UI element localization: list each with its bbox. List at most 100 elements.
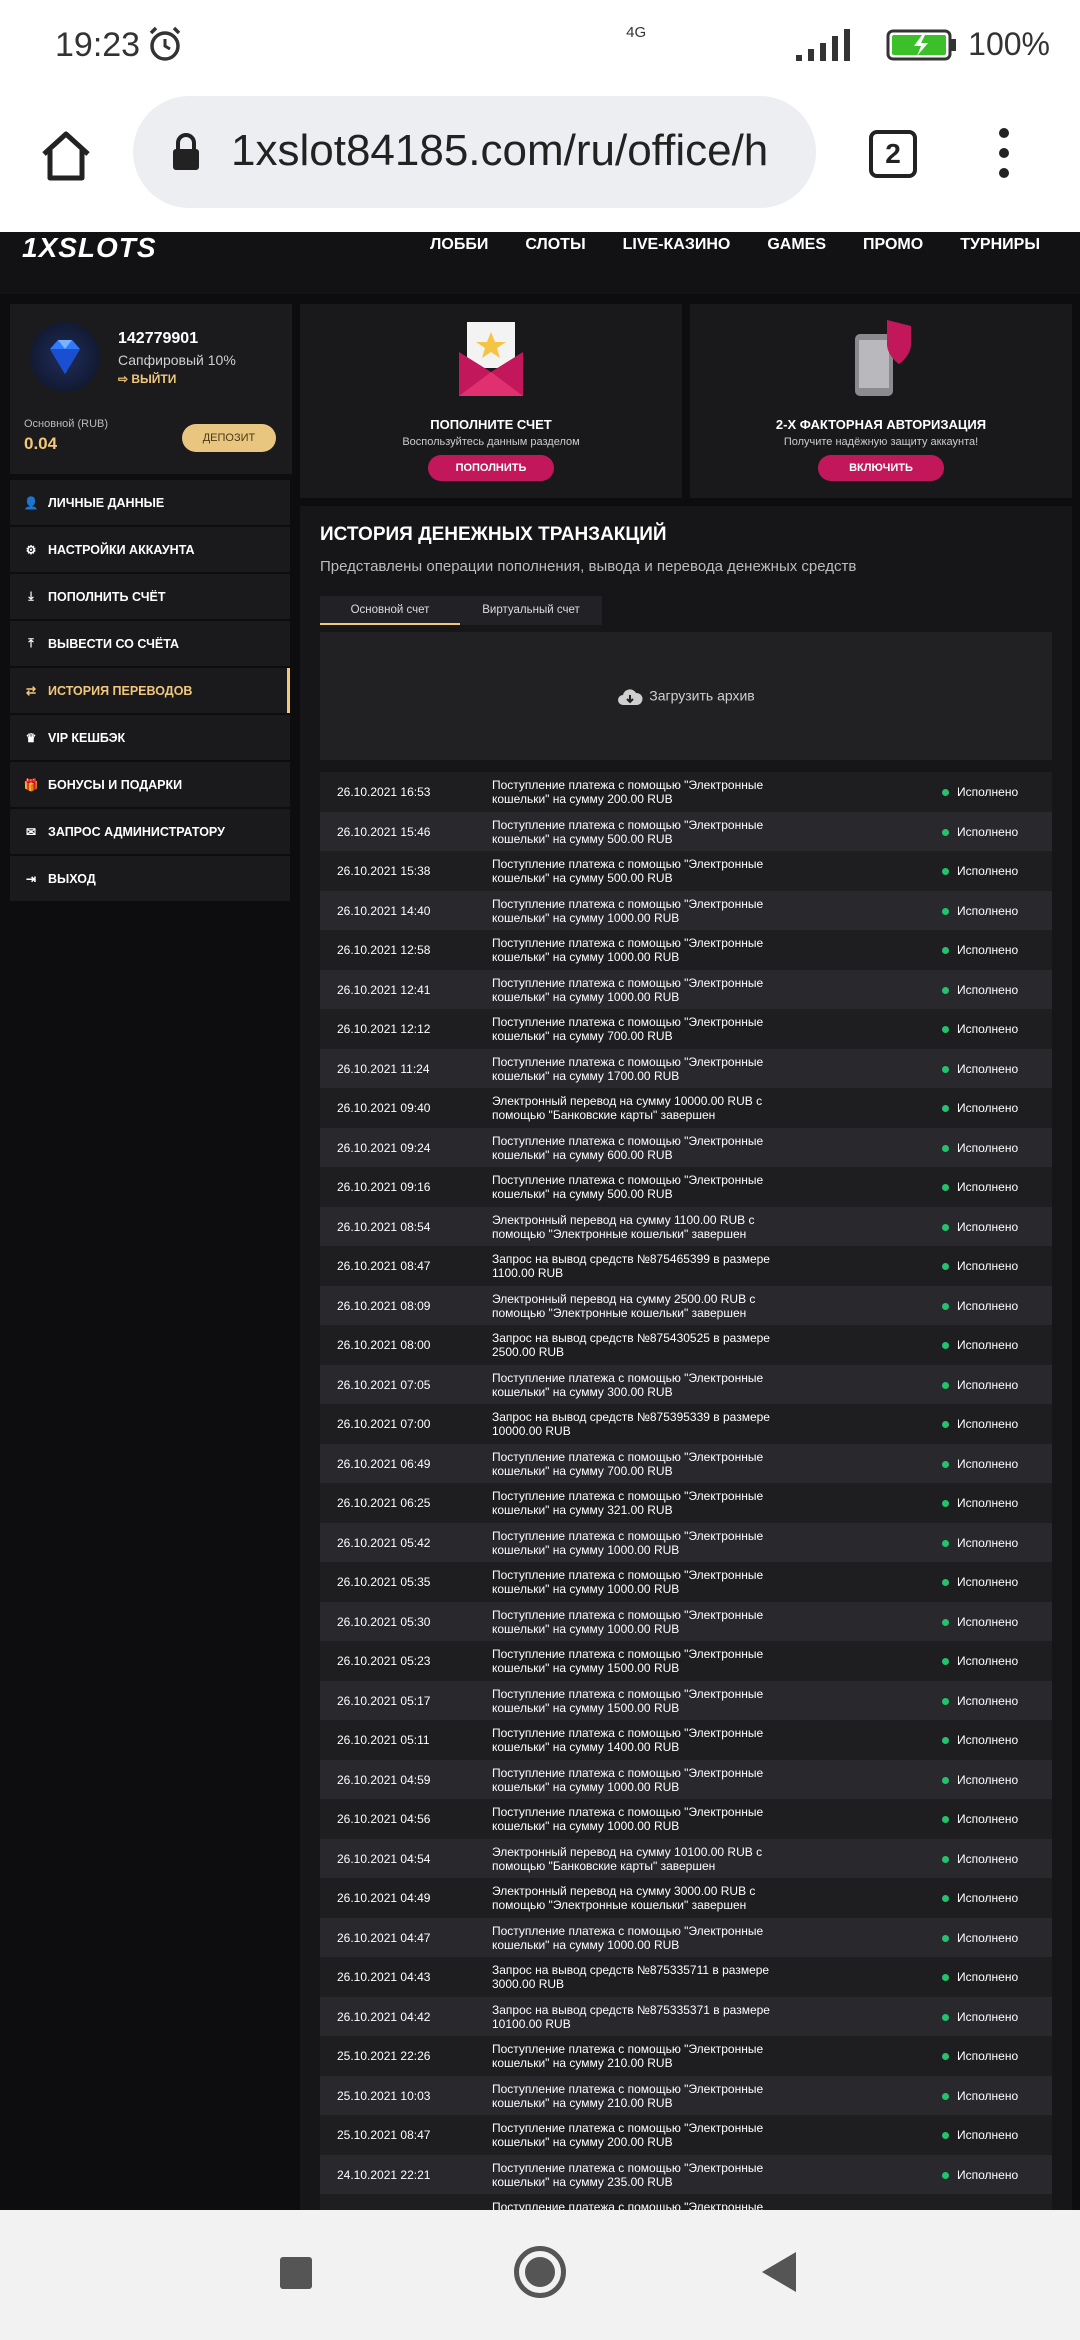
promo-deposit-button[interactable]: ПОПОЛНИТЬ <box>428 455 554 481</box>
crown-icon: ♛ <box>25 730 37 745</box>
nav-promo[interactable]: ПРОМО <box>863 236 923 254</box>
transaction-status: Исполнено <box>957 1022 1019 1036</box>
transaction-date: 25.10.2021 22:26 <box>337 2049 431 2063</box>
transaction-date: 26.10.2021 12:58 <box>337 943 431 957</box>
back-icon[interactable] <box>762 2252 796 2292</box>
table-row: 26.10.2021 12:58 Поступление платежа с по… <box>320 930 1052 970</box>
transaction-status: Исполнено <box>957 1535 1019 1550</box>
transaction-description: Поступление платежа с помощью "Электронн… <box>492 2200 764 2210</box>
lock-icon <box>173 133 199 170</box>
table-row: 25.10.2021 22:26 Поступление платежа с по… <box>320 2036 1052 2076</box>
sidebar-item-exit[interactable]: ⇥ ВЫХОД <box>10 856 290 901</box>
nav-tournaments[interactable]: ТУРНИРЫ <box>960 236 1040 254</box>
transaction-date: 26.10.2021 04:59 <box>337 1772 431 1787</box>
transaction-status: Исполнено <box>957 1970 1019 1984</box>
transaction-date: 26.10.2021 04:54 <box>337 1851 431 1866</box>
sidebar-item-label: ЗАПРОС АДМИНИСТРАТОРУ <box>48 824 225 839</box>
logout-link[interactable]: ⇨ ВЫЙТИ <box>118 372 176 386</box>
status-dot-icon <box>942 1737 949 1744</box>
transaction-status: Исполнено <box>957 1851 1019 1866</box>
download-archive-label: Загрузить архив <box>649 687 755 704</box>
sidebar-item-label: ВЫХОД <box>48 871 96 886</box>
url-bar[interactable]: 1xslot84185.com/ru/office/h <box>133 96 816 208</box>
transaction-description: Поступление платежа с помощью "Электронн… <box>492 1647 764 1675</box>
transaction-description: Электронный перевод на сумму 10100.00 RU… <box>492 1844 763 1873</box>
transaction-date: 26.10.2021 08:00 <box>337 1338 431 1352</box>
transaction-date: 26.10.2021 05:42 <box>337 1535 431 1550</box>
sidebar-item-label: ИСТОРИЯ ПЕРЕВОДОВ <box>48 683 193 698</box>
transaction-date: 26.10.2021 16:53 <box>337 785 431 799</box>
nav-live-casino[interactable]: LIVE-КАЗИНО <box>623 236 731 254</box>
transaction-date: 26.10.2021 06:49 <box>337 1456 431 1471</box>
user-add-icon: 👤 <box>23 495 39 510</box>
promo-deposit-card: ПОПОЛНИТЕ СЧЕТ Воспользуйтесь данным раз… <box>300 304 682 498</box>
status-dot-icon <box>942 1539 949 1547</box>
download-archive-button[interactable]: Загрузить архив <box>320 687 1052 707</box>
status-dot-icon <box>942 1184 949 1191</box>
table-row: 26.10.2021 08:00 Запрос на вывод средств … <box>320 1325 1052 1365</box>
archive-panel: Загрузить архив <box>320 632 1052 760</box>
site-logo[interactable]: 1XSLOTS <box>22 232 157 264</box>
transaction-status: Исполнено <box>957 1772 1019 1787</box>
sidebar-item-admin-request[interactable]: ✉ ЗАПРОС АДМИНИСТРАТОРУ <box>10 809 290 854</box>
more-menu-icon[interactable] <box>996 128 1012 184</box>
status-dot-icon <box>942 2171 949 2179</box>
status-dot-icon <box>942 1065 949 1073</box>
status-dot-icon <box>942 1105 949 1112</box>
sidebar-item-label: VIP КЕШБЭК <box>48 730 126 745</box>
home-circle-icon[interactable] <box>514 2246 566 2298</box>
transaction-date: 26.10.2021 12:41 <box>337 982 431 997</box>
sidebar-item-label: БОНУСЫ И ПОДАРКИ <box>48 777 183 792</box>
transaction-status: Исполнено <box>957 1298 1019 1313</box>
nav-lobby[interactable]: ЛОББИ <box>430 236 488 254</box>
tab-main-account[interactable]: Основной счет <box>320 596 460 625</box>
promo-deposit-subtitle: Воспользуйтесь данным разделом <box>402 436 580 448</box>
tab-virtual-account[interactable]: Виртуальный счет <box>460 596 602 625</box>
tabs-count-button[interactable]: 2 <box>869 130 917 178</box>
status-dot-icon <box>942 907 949 915</box>
table-row: 26.10.2021 12:41 Поступление платежа с по… <box>320 969 1052 1009</box>
transaction-status: Исполнено <box>957 1219 1019 1234</box>
browser-toolbar: 1xslot84185.com/ru/office/h 2 <box>0 96 1080 232</box>
table-row: 26.10.2021 11:24 Поступление платежа с по… <box>320 1048 1052 1088</box>
sidebar-item-deposit[interactable]: ⤓ ПОПОЛНИТЬ СЧЁТ <box>10 574 290 619</box>
sidebar-item-personal-data[interactable]: 👤 ЛИЧНЫЕ ДАННЫЕ <box>10 480 290 525</box>
transaction-status: Исполнено <box>957 1061 1019 1076</box>
sidebar-item-transfer-history[interactable]: ⇄ ИСТОРИЯ ПЕРЕВОДОВ <box>10 668 290 713</box>
table-row: 24.10.2021 22:21 Поступление платежа с по… <box>320 2154 1052 2194</box>
status-dot-icon <box>942 1618 949 1626</box>
gears-icon: ⚙ <box>25 542 37 557</box>
sidebar-item-label: НАСТРОЙКИ АККАУНТА <box>48 542 195 557</box>
recent-apps-icon[interactable] <box>280 2257 312 2289</box>
nav-games[interactable]: GAMES <box>767 236 826 254</box>
promo-2fa-button[interactable]: ВКЛЮЧИТЬ <box>818 455 944 481</box>
sapphire-gem-icon <box>50 340 80 374</box>
transaction-date: 26.10.2021 06:25 <box>337 1496 431 1510</box>
status-dot-icon <box>942 1658 949 1665</box>
table-row: 26.10.2021 08:54 Электронный перевод на с… <box>320 1206 1052 1246</box>
deposit-button[interactable]: ДЕПОЗИТ <box>182 424 276 452</box>
home-icon[interactable] <box>36 126 96 186</box>
transaction-date: 26.10.2021 05:35 <box>337 1575 431 1589</box>
transaction-date: 26.10.2021 08:54 <box>337 1219 431 1234</box>
cloud-download-icon <box>618 689 643 705</box>
status-dot-icon <box>942 2132 949 2139</box>
transaction-description: Поступление платежа с помощью "Электронн… <box>492 1489 764 1517</box>
table-row: 26.10.2021 07:00 Запрос на вывод средств … <box>320 1404 1052 1444</box>
transaction-status: Исполнено <box>957 1338 1019 1352</box>
nav-slots[interactable]: СЛОТЫ <box>525 236 585 254</box>
transaction-date: 26.10.2021 04:43 <box>337 1970 431 1984</box>
sidebar-item-vip-cashback[interactable]: ♛ VIP КЕШБЭК <box>10 715 290 760</box>
transaction-status: Исполнено <box>957 1417 1019 1431</box>
transaction-description: Поступление платежа с помощью "Электронн… <box>492 1173 764 1201</box>
transaction-date: 26.10.2021 15:46 <box>337 824 431 839</box>
transaction-status: Исполнено <box>957 785 1019 799</box>
sidebar-item-account-settings[interactable]: ⚙ НАСТРОЙКИ АККАУНТА <box>10 527 290 572</box>
status-dot-icon <box>942 1026 949 1033</box>
sidebar-item-withdraw[interactable]: ⤒ ВЫВЕСТИ СО СЧЁТА <box>10 621 290 666</box>
transaction-date: 26.10.2021 05:17 <box>337 1693 431 1708</box>
sidebar-item-label: ПОПОЛНИТЬ СЧЁТ <box>48 589 166 604</box>
transaction-status: Исполнено <box>957 1496 1019 1510</box>
sidebar-item-bonuses[interactable]: 🎁 БОНУСЫ И ПОДАРКИ <box>10 762 290 807</box>
table-row: 26.10.2021 04:42 Запрос на вывод средств … <box>320 1996 1052 2036</box>
